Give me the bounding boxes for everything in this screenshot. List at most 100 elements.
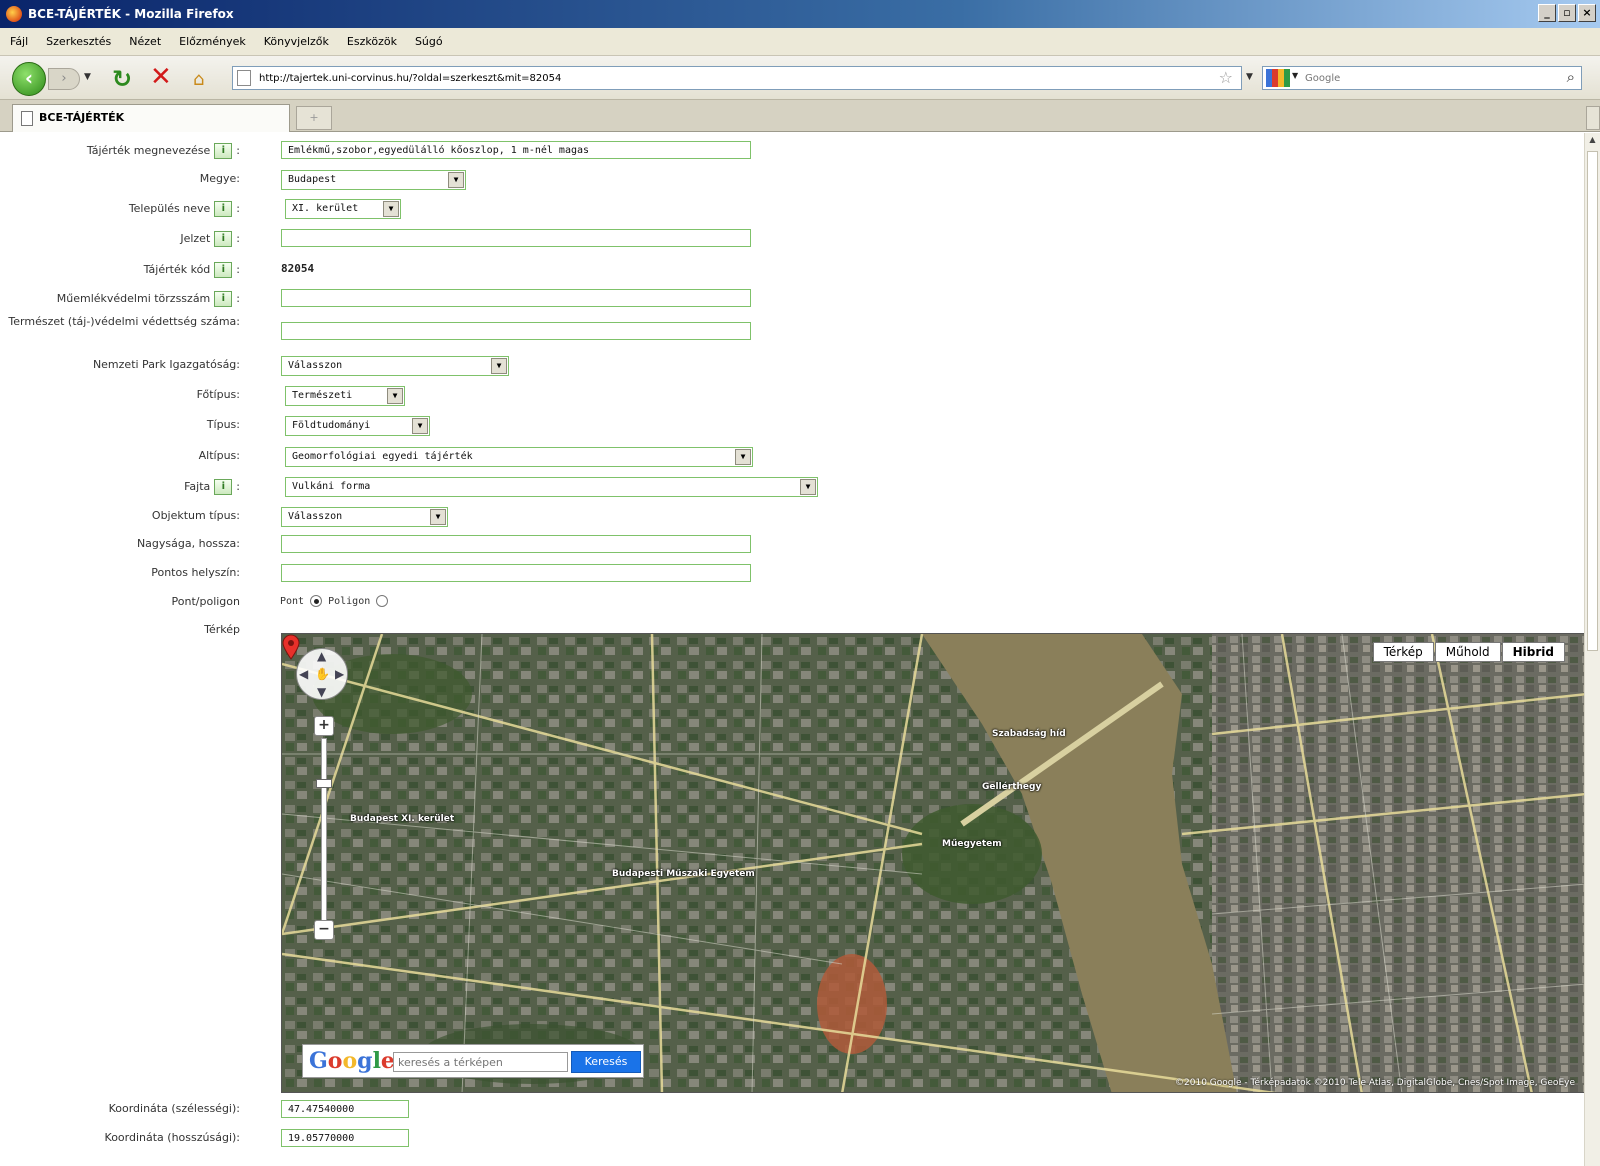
vertical-scrollbar[interactable]: ▲	[1584, 133, 1600, 1166]
row-type: Típus: Földtudományi ▼	[0, 415, 1560, 437]
home-icon[interactable]: ⌂	[193, 69, 204, 90]
dropdown-arrow-icon[interactable]: ▼	[387, 388, 403, 404]
info-icon[interactable]: i	[214, 262, 233, 278]
zoom-in-button[interactable]: +	[314, 716, 334, 736]
reload-icon[interactable]: ↻	[112, 65, 132, 93]
maintype-label: Főtípus:	[196, 388, 240, 401]
subtype-label: Altípus:	[198, 449, 240, 462]
nature-input[interactable]	[281, 322, 751, 340]
pan-left-icon[interactable]: ◀	[299, 667, 308, 681]
bookmark-star-icon[interactable]: ☆	[1219, 68, 1233, 87]
monument-input[interactable]	[281, 289, 751, 307]
close-button[interactable]: ×	[1578, 4, 1596, 22]
row-county: Megye: Budapest ▼	[0, 169, 1560, 191]
map-type-hybrid[interactable]: Hibrid	[1501, 642, 1565, 662]
zoom-slider[interactable]	[321, 738, 327, 933]
history-dropdown-icon[interactable]: ▼	[84, 72, 91, 82]
menu-view[interactable]: Nézet	[129, 35, 161, 48]
url-dropdown-icon[interactable]: ▼	[1246, 72, 1253, 82]
dropdown-arrow-icon[interactable]: ▼	[800, 479, 816, 495]
objtype-label: Objektum típus:	[151, 509, 240, 522]
map-search-bar: Google Keresés	[302, 1044, 644, 1078]
code-label: Tájérték kód	[143, 263, 211, 276]
info-icon[interactable]: i	[214, 231, 233, 247]
pan-center-icon[interactable]: ✋	[315, 667, 330, 681]
polygon-radio[interactable]	[376, 595, 389, 607]
dropdown-arrow-icon[interactable]: ▼	[735, 449, 751, 465]
row-national-park: Nemzeti Park Igazgatóság: Válasszon ▼	[0, 355, 1560, 377]
zoom-out-button[interactable]: −	[314, 920, 334, 940]
latitude-input[interactable]	[281, 1100, 409, 1118]
search-bar[interactable]: ▼ ⌕	[1262, 66, 1582, 90]
search-engine-icon[interactable]	[1266, 69, 1290, 87]
dropdown-arrow-icon[interactable]: ▼	[448, 172, 464, 188]
menu-history[interactable]: Előzmények	[179, 35, 246, 48]
location-label: Pontos helyszín:	[151, 566, 240, 579]
window-controls: _ ▫ ×	[1538, 4, 1596, 22]
info-icon[interactable]: i	[214, 479, 233, 495]
url-input[interactable]	[257, 69, 1157, 87]
pan-right-icon[interactable]: ▶	[335, 667, 344, 681]
maximize-button[interactable]: ▫	[1558, 4, 1576, 22]
zoom-slider-handle[interactable]	[316, 779, 332, 788]
dropdown-arrow-icon[interactable]: ▼	[383, 201, 399, 217]
dropdown-arrow-icon[interactable]: ▼	[430, 509, 446, 525]
info-icon[interactable]: i	[214, 143, 233, 159]
dropdown-arrow-icon[interactable]: ▼	[412, 418, 428, 434]
pan-down-icon[interactable]: ▼	[317, 685, 326, 699]
county-select[interactable]: Budapest ▼	[281, 170, 466, 190]
menu-tools[interactable]: Eszközök	[347, 35, 397, 48]
type-select[interactable]: Földtudományi ▼	[285, 416, 430, 436]
row-monument: Műemlékvédelmi törzsszám i:	[0, 288, 1560, 310]
search-input[interactable]	[1303, 69, 1543, 87]
scroll-up-icon[interactable]: ▲	[1586, 135, 1599, 149]
subtype-select[interactable]: Geomorfológiai egyedi tájérték ▼	[285, 447, 753, 467]
object-type-select[interactable]: Válasszon ▼	[281, 507, 448, 527]
forward-button[interactable]: ›	[48, 68, 80, 90]
row-pointpoly: Pont/poligon Pont Poligon	[0, 592, 1560, 614]
map-type-control: Térkép Műhold Hibrid	[1372, 642, 1565, 662]
place-label: Műegyetem	[942, 839, 1002, 849]
new-tab-button[interactable]: +	[296, 106, 332, 130]
tab-list-button[interactable]	[1586, 106, 1600, 130]
size-input[interactable]	[281, 535, 751, 553]
settlement-select[interactable]: XI. kerület ▼	[285, 199, 401, 219]
stop-icon[interactable]: ✕	[150, 64, 172, 90]
map-type-map[interactable]: Térkép	[1372, 642, 1434, 662]
map-type-satellite[interactable]: Műhold	[1434, 642, 1501, 662]
point-radio[interactable]	[310, 595, 323, 607]
menu-edit[interactable]: Szerkesztés	[46, 35, 111, 48]
longitude-input[interactable]	[281, 1129, 409, 1147]
monument-label: Műemlékvédelmi törzsszám	[56, 292, 211, 305]
menu-file[interactable]: Fájl	[10, 35, 28, 48]
scroll-thumb[interactable]	[1587, 151, 1598, 651]
pan-up-icon[interactable]: ▲	[317, 649, 326, 663]
name-input[interactable]	[281, 141, 751, 159]
map-search-input[interactable]	[393, 1052, 568, 1072]
mark-input[interactable]	[281, 229, 751, 247]
national-park-select[interactable]: Válasszon ▼	[281, 356, 509, 376]
maintype-select[interactable]: Természeti ▼	[285, 386, 405, 406]
location-marker-icon[interactable]	[282, 634, 300, 660]
magnifier-icon[interactable]: ⌕	[1567, 68, 1575, 86]
row-objtype: Objektum típus: Válasszon ▼	[0, 506, 1560, 528]
minimize-button[interactable]: _	[1538, 4, 1556, 22]
location-input[interactable]	[281, 564, 751, 582]
info-icon[interactable]: i	[214, 201, 233, 217]
map-view[interactable]: Budapest XI. kerület Gellérthegy Szabads…	[281, 633, 1584, 1093]
tab-label: BCE-TÁJÉRTÉK	[39, 111, 125, 124]
address-bar[interactable]: ☆	[232, 66, 1242, 90]
kind-select[interactable]: Vulkáni forma ▼	[285, 477, 818, 497]
menu-bookmarks[interactable]: Könyvjelzők	[264, 35, 329, 48]
dropdown-arrow-icon[interactable]: ▼	[491, 358, 507, 374]
row-nature: Természet (táj-)védelmi védettség száma:	[0, 315, 1560, 343]
tab-bce-tajertek[interactable]: BCE-TÁJÉRTÉK	[12, 104, 290, 132]
pan-control[interactable]: ▲ ◀ ✋ ▶ ▼	[296, 648, 348, 700]
info-icon[interactable]: i	[214, 291, 233, 307]
menu-help[interactable]: Súgó	[415, 35, 443, 48]
map-search-button[interactable]: Keresés	[571, 1051, 641, 1073]
type-label: Típus:	[206, 418, 240, 431]
back-button[interactable]: ‹	[12, 62, 46, 96]
map-label: Térkép	[204, 623, 240, 636]
engine-dropdown-icon[interactable]: ▼	[1292, 71, 1298, 80]
